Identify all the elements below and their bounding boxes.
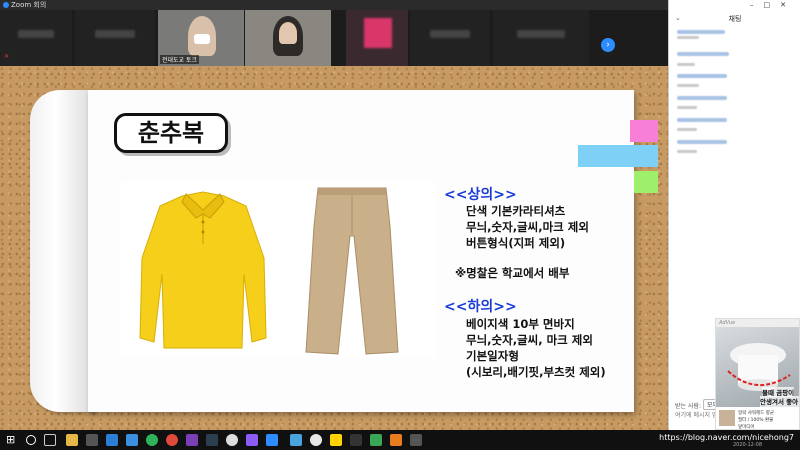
ad-footer-text: 필터 / 100% 환불 [738, 418, 774, 423]
video-tile[interactable] [346, 10, 408, 66]
face-mask [194, 34, 210, 44]
pink-tab [630, 120, 658, 142]
bottom-line: 무늬,숫자,글씨, 마크 제외 [466, 333, 593, 347]
advertisement[interactable]: AdVue 물때 곰팡이 안생겨서 좋아요! 일락 샤워헤드 향균 필터 / 1… [715, 318, 800, 430]
mail-icon[interactable] [106, 434, 118, 446]
mic-muted-icon: ✕ [4, 53, 10, 60]
video-strip: ✕ 전대도교 토크 › [0, 10, 668, 66]
participant-face [279, 22, 297, 44]
chat-message [677, 106, 697, 109]
top-line: 단색 기본카라티셔츠 [466, 204, 566, 218]
store-icon[interactable] [86, 434, 98, 446]
chat-to-label: 받는 사람: [675, 403, 702, 410]
top-line: 무늬,숫자,글씨,마크 제외 [466, 220, 589, 234]
blue-tab [578, 145, 658, 167]
chat-message [677, 52, 729, 56]
steam-icon[interactable] [206, 434, 218, 446]
app-icon[interactable] [350, 434, 362, 446]
app-icon[interactable] [310, 434, 322, 446]
bottom-line: (시보리,배기핏,부츠컷 제외) [466, 365, 606, 379]
app-icon[interactable] [246, 434, 258, 446]
task-view-icon[interactable] [44, 434, 56, 446]
windows-taskbar: ⊞ https://blog.naver.com/nicehong7 2020-… [0, 430, 800, 450]
polo-shirt-image [139, 191, 267, 349]
top-heading: <<상의>> [444, 187, 517, 203]
video-tile[interactable] [75, 10, 155, 66]
beige-pants-image [305, 187, 399, 355]
nametag-note: ※명찰은 학교에서 배부 [455, 266, 570, 280]
app-icon[interactable] [290, 434, 302, 446]
chat-title: 채팅 [728, 15, 742, 23]
screen: Zoom 회의 ✕ 전대도교 토크 › 춘추복 <<상의>> 단색 기본카라티셔… [0, 0, 800, 450]
app-icon[interactable] [370, 434, 382, 446]
video-tile[interactable] [493, 10, 589, 66]
chat-message [677, 150, 697, 153]
video-tile[interactable] [410, 10, 490, 66]
next-page-icon[interactable]: › [601, 38, 615, 52]
bottom-line: 기본일자형 [466, 349, 519, 363]
file-explorer-icon[interactable] [66, 434, 78, 446]
video-tile[interactable]: ✕ [0, 10, 72, 66]
search-icon[interactable] [26, 435, 36, 445]
chat-message [677, 30, 725, 34]
app-icon[interactable] [226, 434, 238, 446]
app-icon[interactable] [186, 434, 198, 446]
kakaotalk-icon[interactable] [330, 434, 342, 446]
zoom-title-bar: Zoom 회의 [0, 0, 668, 10]
ad-thumbnail [719, 410, 735, 426]
green-tab [634, 171, 658, 193]
taskbar-date: 2020-12-08 [732, 442, 762, 448]
zoom-icon[interactable] [266, 434, 278, 446]
chrome-icon[interactable] [166, 434, 178, 446]
slide-title: 춘추복 [114, 113, 228, 153]
bottom-heading: <<하의>> [444, 299, 517, 315]
shared-screen: 춘추복 <<상의>> 단색 기본카라티셔츠 무늬,숫자,글씨,마크 제외 버튼형… [0, 66, 668, 430]
chat-message [677, 74, 727, 78]
ad-footer: 일락 샤워헤드 향균 필터 / 100% 환불 앞미디어 [716, 407, 799, 429]
top-line: 버튼형식(지퍼 제외) [466, 236, 566, 250]
paper-roll [30, 90, 94, 412]
chat-message [677, 96, 727, 100]
video-tile-camera[interactable]: 전대도교 토크 [158, 10, 244, 66]
zoom-logo-icon [3, 2, 9, 8]
video-tile-camera[interactable] [245, 10, 331, 66]
chat-message [677, 63, 695, 66]
chat-message [677, 128, 697, 131]
bottom-line: 베이지색 10부 면바지 [466, 317, 575, 331]
participant-name: 전대도교 토크 [160, 55, 200, 64]
window-title: Zoom 회의 [11, 1, 47, 9]
whale-icon[interactable] [146, 434, 158, 446]
chat-message [677, 118, 727, 122]
windows-start-icon[interactable]: ⊞ [6, 434, 18, 446]
chat-message [677, 84, 699, 87]
window-controls[interactable]: –□✕ [750, 1, 796, 9]
app-icon[interactable] [390, 434, 402, 446]
ad-label: AdVue [719, 320, 736, 326]
edge-icon[interactable] [126, 434, 138, 446]
chat-message [677, 36, 699, 39]
ad-footer-text: 일락 샤워헤드 향균 [738, 411, 774, 416]
app-icon[interactable] [410, 434, 422, 446]
chat-message [677, 140, 727, 144]
watermark-url: https://blog.naver.com/nicehong7 [659, 433, 794, 442]
